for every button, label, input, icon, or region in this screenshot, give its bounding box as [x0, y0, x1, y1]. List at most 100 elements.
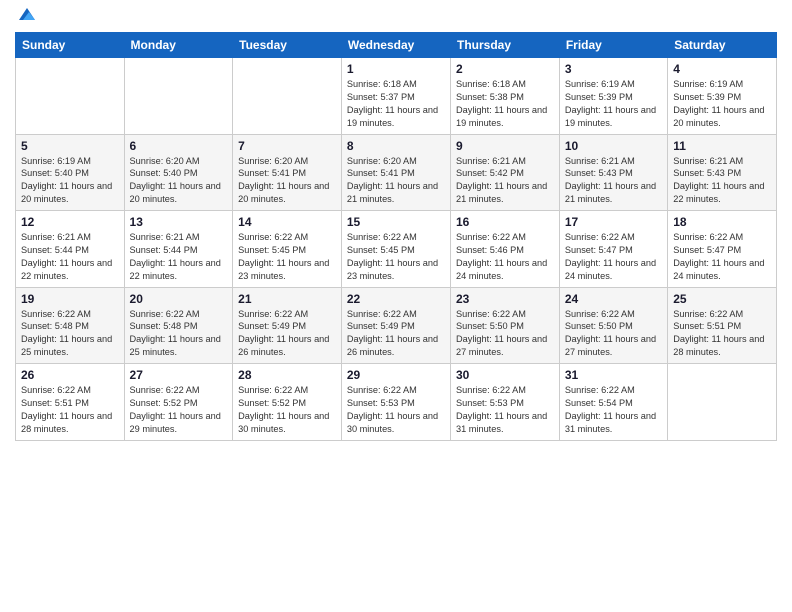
calendar-day-header: Wednesday — [341, 33, 450, 58]
day-number: 9 — [456, 139, 554, 153]
day-number: 28 — [238, 368, 336, 382]
day-info: Sunrise: 6:22 AM Sunset: 5:48 PM Dayligh… — [21, 308, 119, 360]
day-info: Sunrise: 6:18 AM Sunset: 5:37 PM Dayligh… — [347, 78, 445, 130]
calendar-cell: 24 Sunrise: 6:22 AM Sunset: 5:50 PM Dayli… — [559, 287, 667, 364]
day-number: 5 — [21, 139, 119, 153]
calendar-cell — [124, 58, 233, 135]
day-info: Sunrise: 6:21 AM Sunset: 5:44 PM Dayligh… — [130, 231, 228, 283]
day-number: 4 — [673, 62, 771, 76]
day-number: 13 — [130, 215, 228, 229]
calendar-cell: 8Sunrise: 6:20 AM Sunset: 5:41 PM Daylig… — [341, 134, 450, 211]
calendar-week-row: 12 Sunrise: 6:21 AM Sunset: 5:44 PM Dayli… — [16, 211, 777, 288]
calendar-cell: 11 Sunrise: 6:21 AM Sunset: 5:43 PM Dayli… — [668, 134, 777, 211]
calendar-cell: 2Sunrise: 6:18 AM Sunset: 5:38 PM Daylig… — [451, 58, 560, 135]
day-number: 10 — [565, 139, 662, 153]
calendar-day-header: Tuesday — [233, 33, 342, 58]
day-info: Sunrise: 6:19 AM Sunset: 5:40 PM Dayligh… — [21, 155, 119, 207]
day-number: 17 — [565, 215, 662, 229]
calendar-cell: 28 Sunrise: 6:22 AM Sunset: 5:52 PM Dayli… — [233, 364, 342, 441]
calendar-cell: 4 Sunrise: 6:19 AM Sunset: 5:39 PM Daylig… — [668, 58, 777, 135]
day-info: Sunrise: 6:22 AM Sunset: 5:48 PM Dayligh… — [130, 308, 228, 360]
day-number: 15 — [347, 215, 445, 229]
day-number: 26 — [21, 368, 119, 382]
day-number: 31 — [565, 368, 662, 382]
calendar-cell: 19 Sunrise: 6:22 AM Sunset: 5:48 PM Dayli… — [16, 287, 125, 364]
day-number: 29 — [347, 368, 445, 382]
day-number: 14 — [238, 215, 336, 229]
calendar-cell: 26 Sunrise: 6:22 AM Sunset: 5:51 PM Dayli… — [16, 364, 125, 441]
day-info: Sunrise: 6:19 AM Sunset: 5:39 PM Dayligh… — [673, 78, 771, 130]
day-info: Sunrise: 6:21 AM Sunset: 5:43 PM Dayligh… — [565, 155, 662, 207]
calendar-week-row: 1 Sunrise: 6:18 AM Sunset: 5:37 PM Daylig… — [16, 58, 777, 135]
calendar-header-row: SundayMondayTuesdayWednesdayThursdayFrid… — [16, 33, 777, 58]
day-number: 25 — [673, 292, 771, 306]
calendar-cell: 13 Sunrise: 6:21 AM Sunset: 5:44 PM Dayli… — [124, 211, 233, 288]
day-number: 7 — [238, 139, 336, 153]
calendar-cell: 10 Sunrise: 6:21 AM Sunset: 5:43 PM Dayli… — [559, 134, 667, 211]
calendar-cell — [233, 58, 342, 135]
day-info: Sunrise: 6:21 AM Sunset: 5:42 PM Dayligh… — [456, 155, 554, 207]
day-info: Sunrise: 6:18 AM Sunset: 5:38 PM Dayligh… — [456, 78, 554, 130]
day-info: Sunrise: 6:20 AM Sunset: 5:41 PM Dayligh… — [238, 155, 336, 207]
day-info: Sunrise: 6:19 AM Sunset: 5:39 PM Dayligh… — [565, 78, 662, 130]
calendar-cell: 27 Sunrise: 6:22 AM Sunset: 5:52 PM Dayli… — [124, 364, 233, 441]
day-info: Sunrise: 6:20 AM Sunset: 5:40 PM Dayligh… — [130, 155, 228, 207]
calendar-cell: 30Sunrise: 6:22 AM Sunset: 5:53 PM Dayli… — [451, 364, 560, 441]
day-info: Sunrise: 6:22 AM Sunset: 5:53 PM Dayligh… — [347, 384, 445, 436]
calendar-cell: 1 Sunrise: 6:18 AM Sunset: 5:37 PM Daylig… — [341, 58, 450, 135]
calendar-cell: 21 Sunrise: 6:22 AM Sunset: 5:49 PM Dayli… — [233, 287, 342, 364]
calendar-cell: 20 Sunrise: 6:22 AM Sunset: 5:48 PM Dayli… — [124, 287, 233, 364]
calendar-cell: 5 Sunrise: 6:19 AM Sunset: 5:40 PM Daylig… — [16, 134, 125, 211]
day-number: 19 — [21, 292, 119, 306]
calendar-cell: 29 Sunrise: 6:22 AM Sunset: 5:53 PM Dayli… — [341, 364, 450, 441]
day-info: Sunrise: 6:22 AM Sunset: 5:45 PM Dayligh… — [347, 231, 445, 283]
day-number: 18 — [673, 215, 771, 229]
day-info: Sunrise: 6:21 AM Sunset: 5:44 PM Dayligh… — [21, 231, 119, 283]
day-number: 16 — [456, 215, 554, 229]
day-number: 6 — [130, 139, 228, 153]
day-number: 11 — [673, 139, 771, 153]
day-number: 24 — [565, 292, 662, 306]
day-info: Sunrise: 6:22 AM Sunset: 5:47 PM Dayligh… — [673, 231, 771, 283]
calendar-cell: 22Sunrise: 6:22 AM Sunset: 5:49 PM Dayli… — [341, 287, 450, 364]
header — [15, 10, 777, 24]
calendar-cell: 15 Sunrise: 6:22 AM Sunset: 5:45 PM Dayli… — [341, 211, 450, 288]
day-number: 22 — [347, 292, 445, 306]
calendar-day-header: Friday — [559, 33, 667, 58]
calendar-cell: 6 Sunrise: 6:20 AM Sunset: 5:40 PM Daylig… — [124, 134, 233, 211]
day-info: Sunrise: 6:22 AM Sunset: 5:46 PM Dayligh… — [456, 231, 554, 283]
day-info: Sunrise: 6:22 AM Sunset: 5:54 PM Dayligh… — [565, 384, 662, 436]
calendar-week-row: 26 Sunrise: 6:22 AM Sunset: 5:51 PM Dayli… — [16, 364, 777, 441]
day-info: Sunrise: 6:22 AM Sunset: 5:52 PM Dayligh… — [238, 384, 336, 436]
day-number: 21 — [238, 292, 336, 306]
day-number: 3 — [565, 62, 662, 76]
calendar-cell — [668, 364, 777, 441]
day-number: 20 — [130, 292, 228, 306]
day-number: 27 — [130, 368, 228, 382]
calendar-day-header: Sunday — [16, 33, 125, 58]
day-number: 12 — [21, 215, 119, 229]
calendar-table: SundayMondayTuesdayWednesdayThursdayFrid… — [15, 32, 777, 441]
day-info: Sunrise: 6:21 AM Sunset: 5:43 PM Dayligh… — [673, 155, 771, 207]
calendar-cell: 18 Sunrise: 6:22 AM Sunset: 5:47 PM Dayli… — [668, 211, 777, 288]
day-info: Sunrise: 6:22 AM Sunset: 5:51 PM Dayligh… — [21, 384, 119, 436]
day-info: Sunrise: 6:22 AM Sunset: 5:49 PM Dayligh… — [238, 308, 336, 360]
calendar-day-header: Monday — [124, 33, 233, 58]
calendar-cell: 14Sunrise: 6:22 AM Sunset: 5:45 PM Dayli… — [233, 211, 342, 288]
calendar-cell: 12 Sunrise: 6:21 AM Sunset: 5:44 PM Dayli… — [16, 211, 125, 288]
day-info: Sunrise: 6:22 AM Sunset: 5:50 PM Dayligh… — [456, 308, 554, 360]
day-number: 23 — [456, 292, 554, 306]
day-info: Sunrise: 6:20 AM Sunset: 5:41 PM Dayligh… — [347, 155, 445, 207]
calendar-day-header: Thursday — [451, 33, 560, 58]
day-info: Sunrise: 6:22 AM Sunset: 5:50 PM Dayligh… — [565, 308, 662, 360]
day-info: Sunrise: 6:22 AM Sunset: 5:51 PM Dayligh… — [673, 308, 771, 360]
day-info: Sunrise: 6:22 AM Sunset: 5:52 PM Dayligh… — [130, 384, 228, 436]
day-number: 1 — [347, 62, 445, 76]
calendar-week-row: 5 Sunrise: 6:19 AM Sunset: 5:40 PM Daylig… — [16, 134, 777, 211]
logo-text — [15, 14, 37, 24]
calendar-cell: 25 Sunrise: 6:22 AM Sunset: 5:51 PM Dayli… — [668, 287, 777, 364]
day-info: Sunrise: 6:22 AM Sunset: 5:47 PM Dayligh… — [565, 231, 662, 283]
day-number: 30 — [456, 368, 554, 382]
calendar-day-header: Saturday — [668, 33, 777, 58]
calendar-cell — [16, 58, 125, 135]
